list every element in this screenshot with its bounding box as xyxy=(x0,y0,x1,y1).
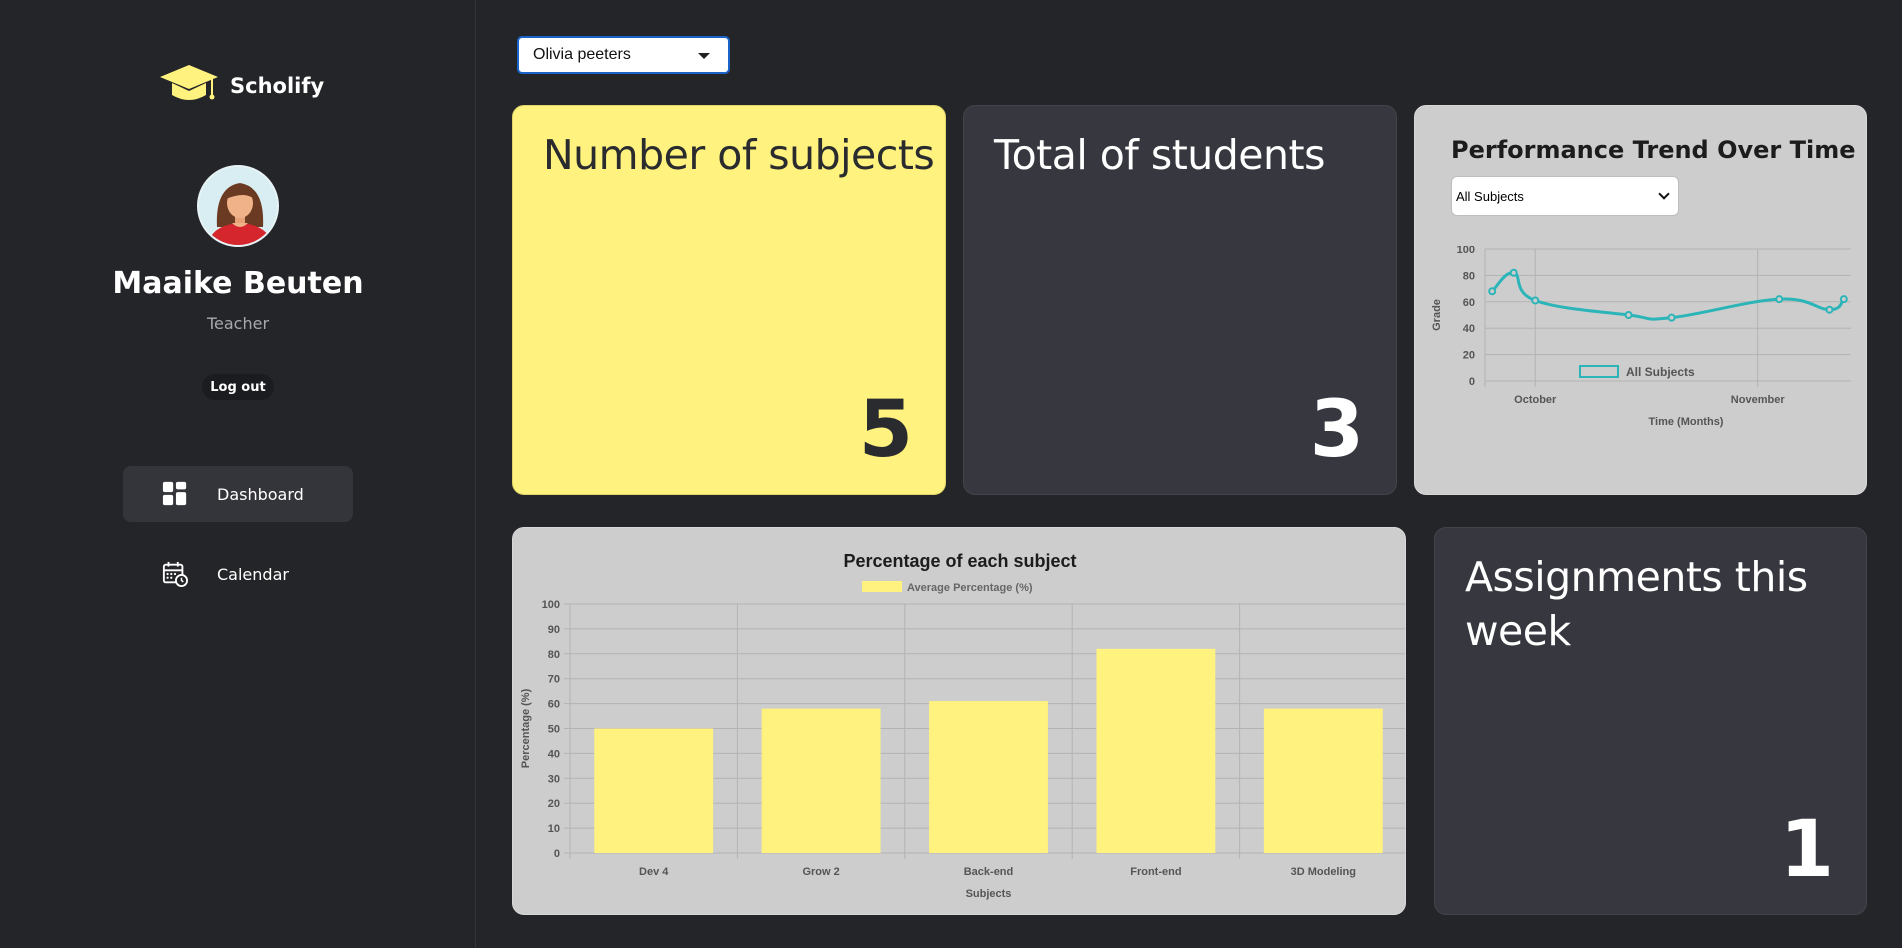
sidebar-item-calendar[interactable]: Calendar xyxy=(123,546,353,602)
y-tick-label: 0 xyxy=(554,848,560,860)
sidebar-item-label: Calendar xyxy=(217,564,289,584)
subjects-card-title: Number of subjects xyxy=(543,131,935,179)
x-tick-label: October xyxy=(1514,394,1557,406)
data-point xyxy=(1839,295,1848,304)
student-select[interactable]: Olivia peeters xyxy=(517,36,730,74)
y-tick-label: 60 xyxy=(548,699,560,711)
calendar-icon xyxy=(161,560,189,588)
student-select-value: Olivia peeters xyxy=(533,46,631,63)
subject-select-value: All Subjects xyxy=(1456,188,1524,204)
caret-down-icon xyxy=(698,53,710,59)
data-point xyxy=(1531,296,1540,305)
bar xyxy=(1263,708,1383,853)
y-tick-label: 30 xyxy=(548,773,560,785)
app-logo[interactable]: Scholify xyxy=(158,64,324,108)
students-count: 3 xyxy=(1309,385,1364,475)
y-tick-label: 80 xyxy=(548,649,560,661)
graduation-cap-icon xyxy=(158,63,220,109)
x-tick-label: 3D Modeling xyxy=(1291,866,1356,878)
bar xyxy=(594,728,714,853)
data-point xyxy=(1488,287,1497,296)
subject-bar-chart: Percentage of each subject Average Percen… xyxy=(520,551,1405,900)
bar xyxy=(761,708,881,853)
data-point xyxy=(1624,311,1633,319)
assignments-count: 1 xyxy=(1779,805,1834,895)
y-axis-label: Percentage (%) xyxy=(520,688,532,768)
subjects-card: Number of subjects 5 xyxy=(512,105,946,495)
y-tick-label: 50 xyxy=(548,724,560,736)
y-tick-label: 20 xyxy=(1463,350,1475,362)
x-tick-label: November xyxy=(1731,394,1786,406)
data-point xyxy=(1509,268,1518,277)
students-card: Total of students 3 xyxy=(963,105,1397,495)
data-point xyxy=(1667,313,1676,322)
subject-select[interactable]: All Subjects xyxy=(1451,176,1679,216)
trend-legend: All Subjects xyxy=(1579,365,1695,379)
trend-title: Performance Trend Over Time xyxy=(1451,136,1856,164)
chevron-down-icon xyxy=(1658,188,1670,200)
sidebar: Scholify Maaike Beuten Teacher Log out D… xyxy=(0,0,476,948)
performance-trend-card: Performance Trend Over Time All Subjects… xyxy=(1414,105,1867,495)
x-tick-label: Grow 2 xyxy=(802,866,839,878)
x-tick-label: Dev 4 xyxy=(639,866,669,878)
bar xyxy=(1096,648,1216,853)
sidebar-item-label: Dashboard xyxy=(217,484,304,504)
legend-label: Average Percentage (%) xyxy=(907,582,1033,594)
data-point xyxy=(1825,305,1834,314)
y-tick-label: 70 xyxy=(548,674,560,686)
assignments-card: Assignments this week 1 xyxy=(1434,527,1867,915)
y-tick-label: 100 xyxy=(542,599,560,611)
y-tick-label: 40 xyxy=(1463,323,1475,335)
x-tick-label: Front-end xyxy=(1130,866,1181,878)
y-tick-label: 90 xyxy=(548,624,560,636)
legend-label: All Subjects xyxy=(1626,365,1695,379)
legend-swatch xyxy=(1579,365,1619,378)
y-tick-label: 10 xyxy=(548,823,560,835)
logout-button[interactable]: Log out xyxy=(202,374,274,400)
bar-chart-title: Percentage of each subject xyxy=(843,551,1076,571)
subject-percentage-card: Percentage of each subject Average Percen… xyxy=(512,527,1406,915)
y-tick-label: 20 xyxy=(548,798,560,810)
x-axis-label: Subjects xyxy=(966,888,1012,900)
bar xyxy=(929,701,1048,853)
y-tick-label: 100 xyxy=(1457,246,1475,256)
y-tick-label: 60 xyxy=(1463,297,1475,309)
subjects-count: 5 xyxy=(858,385,913,475)
data-point xyxy=(1775,295,1784,304)
sidebar-item-dashboard[interactable]: Dashboard xyxy=(123,466,353,522)
y-axis-label: Grade xyxy=(1431,299,1443,331)
students-card-title: Total of students xyxy=(994,131,1325,179)
avatar xyxy=(197,165,279,247)
x-tick-label: Back-end xyxy=(964,866,1014,878)
series-line xyxy=(1491,271,1845,321)
user-role: Teacher xyxy=(206,314,270,333)
user-name: Maaike Beuten xyxy=(112,266,364,301)
y-tick-label: 40 xyxy=(548,748,560,760)
assignments-card-title: Assignments this week xyxy=(1465,553,1808,655)
app-name: Scholify xyxy=(230,74,325,98)
x-axis-label: Time (Months) xyxy=(1649,416,1724,428)
dashboard-icon xyxy=(161,480,189,508)
trend-line-chart: All Subjects 0 20 40 60 80 100 October November T… xyxy=(1431,246,1851,428)
legend-swatch xyxy=(862,581,902,592)
y-tick-label: 80 xyxy=(1463,270,1475,282)
y-tick-label: 0 xyxy=(1469,376,1475,388)
